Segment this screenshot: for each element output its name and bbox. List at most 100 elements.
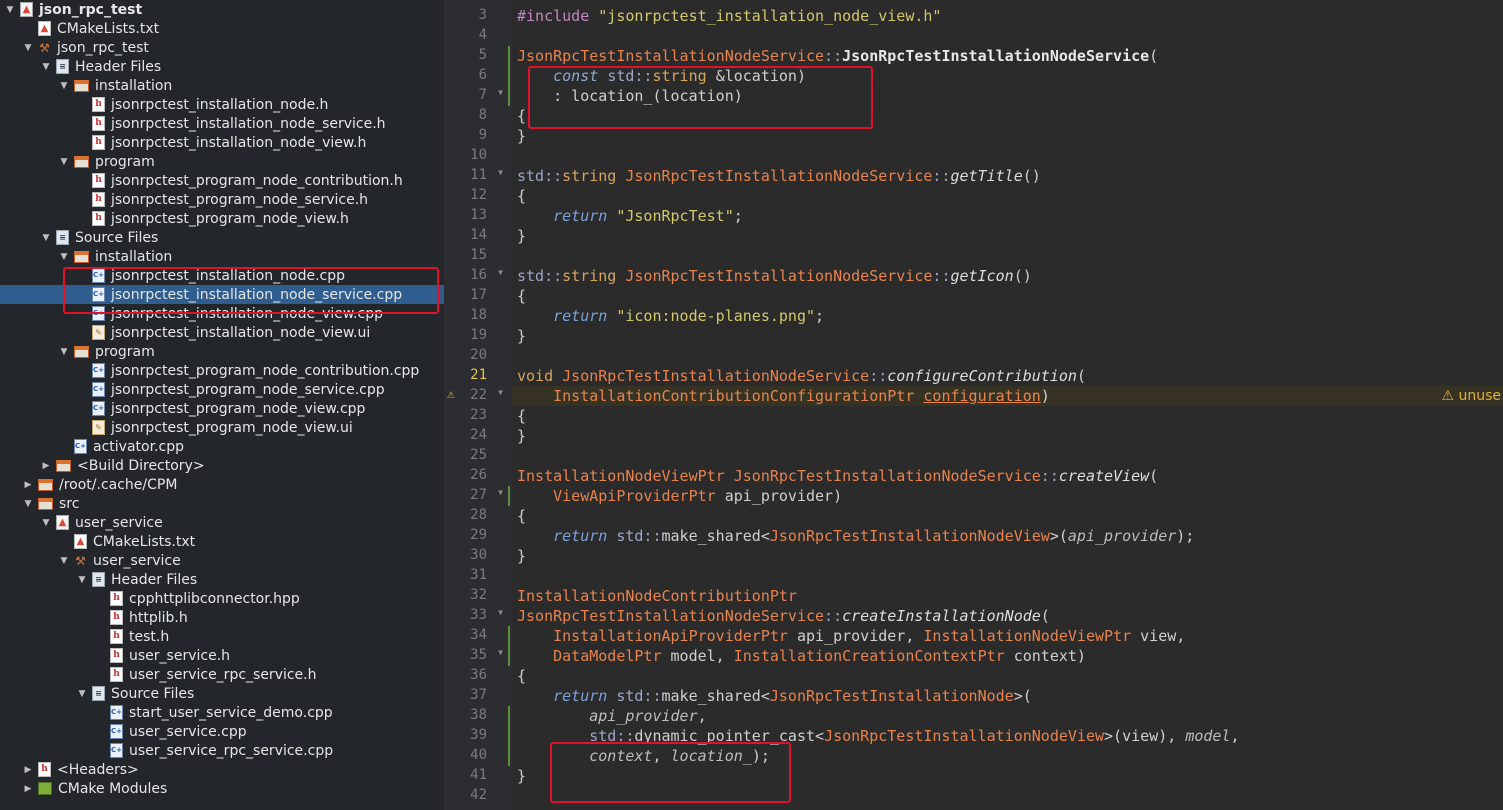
tree-item[interactable]: ▼ ≡ Source Files bbox=[0, 228, 444, 247]
fold-marker-icon[interactable]: ▼ bbox=[498, 88, 503, 97]
code-line[interactable]: JsonRpcTestInstallationNodeService::crea… bbox=[517, 606, 1050, 626]
code-line[interactable]: context, location_); bbox=[517, 746, 770, 766]
tree-item[interactable]: ▼ ⚒ user_service bbox=[0, 551, 444, 570]
code-line[interactable]: } bbox=[517, 126, 526, 146]
tree-item[interactable]: ▼ installation bbox=[0, 247, 444, 266]
code-line[interactable]: ViewApiProviderPtr api_provider) bbox=[517, 486, 842, 506]
tree-item[interactable]: ▼ ▲ user_service bbox=[0, 513, 444, 532]
code-line[interactable]: } bbox=[517, 226, 526, 246]
expand-arrow-icon[interactable]: ▼ bbox=[40, 62, 52, 72]
tree-item[interactable]: C+ jsonrpctest_program_node_contribution.… bbox=[0, 361, 444, 380]
code-line[interactable]: void JsonRpcTestInstallationNodeService:… bbox=[517, 366, 1086, 386]
code-line[interactable]: InstallationApiProviderPtr api_provider,… bbox=[517, 626, 1185, 646]
code-line[interactable]: { bbox=[517, 186, 526, 206]
tree-item[interactable]: ▶ CMake Modules bbox=[0, 779, 444, 798]
code-line[interactable]: } bbox=[517, 766, 526, 786]
tree-item[interactable]: C+ jsonrpctest_program_node_service.cpp bbox=[0, 380, 444, 399]
tree-item[interactable]: ▼ ▲ json_rpc_test bbox=[0, 0, 444, 19]
tree-item[interactable]: ▶ /root/.cache/CPM bbox=[0, 475, 444, 494]
code-line[interactable]: } bbox=[517, 326, 526, 346]
tree-item[interactable]: ▲ CMakeLists.txt bbox=[0, 19, 444, 38]
tree-item[interactable]: ▶ <Build Directory> bbox=[0, 456, 444, 475]
code-line[interactable]: api_provider, bbox=[517, 706, 706, 726]
tree-item[interactable]: h jsonrpctest_program_node_view.h bbox=[0, 209, 444, 228]
expand-arrow-icon[interactable]: ▼ bbox=[76, 689, 88, 699]
code-line[interactable]: : location_(location) bbox=[517, 86, 743, 106]
code-line[interactable]: return std::make_shared<JsonRpcTestInsta… bbox=[517, 526, 1194, 546]
expand-arrow-icon[interactable]: ▼ bbox=[58, 157, 70, 167]
collapse-arrow-icon[interactable]: ▶ bbox=[22, 480, 34, 490]
code-line[interactable]: const std::string &location) bbox=[517, 66, 806, 86]
tree-item[interactable]: h jsonrpctest_program_node_service.h bbox=[0, 190, 444, 209]
tree-item[interactable]: h user_service.h bbox=[0, 646, 444, 665]
collapse-arrow-icon[interactable]: ▶ bbox=[40, 461, 52, 471]
tree-item[interactable]: h jsonrpctest_installation_node.h bbox=[0, 95, 444, 114]
code-line[interactable]: #include "jsonrpctest_installation_node_… bbox=[517, 6, 941, 26]
code-line[interactable]: std::string JsonRpcTestInstallationNodeS… bbox=[517, 166, 1041, 186]
code-line[interactable]: DataModelPtr model, InstallationCreation… bbox=[517, 646, 1086, 666]
tree-item[interactable]: ✎ jsonrpctest_program_node_view.ui bbox=[0, 418, 444, 437]
tree-item[interactable]: h jsonrpctest_installation_node_service.h bbox=[0, 114, 444, 133]
warning-gutter-icon[interactable]: ⚠ bbox=[447, 387, 455, 402]
tree-item[interactable]: ▶ h <Headers> bbox=[0, 760, 444, 779]
tree-item[interactable]: ▼ ≡ Header Files bbox=[0, 57, 444, 76]
expand-arrow-icon[interactable]: ▼ bbox=[58, 347, 70, 357]
expand-arrow-icon[interactable]: ▼ bbox=[76, 575, 88, 585]
code-line[interactable]: return "icon:node-planes.png"; bbox=[517, 306, 824, 326]
tree-item[interactable]: ▼ ≡ Header Files bbox=[0, 570, 444, 589]
code-line[interactable]: { bbox=[517, 406, 526, 426]
tree-item[interactable]: ▼ src bbox=[0, 494, 444, 513]
tree-item[interactable]: h user_service_rpc_service.h bbox=[0, 665, 444, 684]
code-line[interactable]: { bbox=[517, 506, 526, 526]
project-tree[interactable]: ▼ ▲ json_rpc_test ▲ CMakeLists.txt ▼ ⚒ json_rpc… bbox=[0, 0, 444, 810]
expand-arrow-icon[interactable]: ▼ bbox=[4, 5, 16, 15]
expand-arrow-icon[interactable]: ▼ bbox=[40, 518, 52, 528]
tree-item[interactable]: h test.h bbox=[0, 627, 444, 646]
tree-item[interactable]: C+ user_service.cpp bbox=[0, 722, 444, 741]
warning-message[interactable]: ⚠ unuse bbox=[1441, 386, 1501, 406]
code-line[interactable]: { bbox=[517, 286, 526, 306]
tree-item[interactable]: h cpphttplibconnector.hpp bbox=[0, 589, 444, 608]
tree-item[interactable]: h jsonrpctest_program_node_contribution.h bbox=[0, 171, 444, 190]
code-line[interactable]: } bbox=[517, 546, 526, 566]
collapse-arrow-icon[interactable]: ▶ bbox=[22, 765, 34, 775]
tree-item[interactable]: C+ jsonrpctest_installation_node_service.… bbox=[0, 285, 444, 304]
tree-item[interactable]: ▲ CMakeLists.txt bbox=[0, 532, 444, 551]
tree-item[interactable]: C+ activator.cpp bbox=[0, 437, 444, 456]
tree-item[interactable]: h jsonrpctest_installation_node_view.h bbox=[0, 133, 444, 152]
expand-arrow-icon[interactable]: ▼ bbox=[22, 43, 34, 53]
tree-item[interactable]: C+ jsonrpctest_installation_node_view.cpp bbox=[0, 304, 444, 323]
tree-item[interactable]: C+ start_user_service_demo.cpp bbox=[0, 703, 444, 722]
tree-item[interactable]: ▼ program bbox=[0, 152, 444, 171]
code-line[interactable]: { bbox=[517, 106, 526, 126]
code-line[interactable]: return std::make_shared<JsonRpcTestInsta… bbox=[517, 686, 1032, 706]
tree-item[interactable]: ▼ ⚒ json_rpc_test bbox=[0, 38, 444, 57]
tree-item[interactable]: ▼ installation bbox=[0, 76, 444, 95]
tree-item[interactable]: ▼ ≡ Source Files bbox=[0, 684, 444, 703]
code-editor[interactable]: #include "jsonrpctest_installation_node_… bbox=[512, 0, 1503, 810]
fold-marker-icon[interactable]: ▼ bbox=[498, 268, 503, 277]
fold-marker-icon[interactable]: ▼ bbox=[498, 608, 503, 617]
tree-item[interactable]: C+ jsonrpctest_installation_node.cpp bbox=[0, 266, 444, 285]
expand-arrow-icon[interactable]: ▼ bbox=[58, 556, 70, 566]
tree-item[interactable]: ✎ jsonrpctest_installation_node_view.ui bbox=[0, 323, 444, 342]
fold-marker-icon[interactable]: ▼ bbox=[498, 488, 503, 497]
code-line[interactable]: JsonRpcTestInstallationNodeService::Json… bbox=[517, 46, 1158, 66]
tree-item[interactable]: C+ user_service_rpc_service.cpp bbox=[0, 741, 444, 760]
tree-item[interactable]: C+ jsonrpctest_program_node_view.cpp bbox=[0, 399, 444, 418]
code-line[interactable]: InstallationNodeViewPtr JsonRpcTestInsta… bbox=[517, 466, 1158, 486]
collapse-arrow-icon[interactable]: ▶ bbox=[22, 784, 34, 794]
code-line[interactable]: std::string JsonRpcTestInstallationNodeS… bbox=[517, 266, 1032, 286]
expand-arrow-icon[interactable]: ▼ bbox=[22, 499, 34, 509]
tree-item[interactable]: ▼ program bbox=[0, 342, 444, 361]
code-line[interactable]: } bbox=[517, 426, 526, 446]
fold-marker-icon[interactable]: ▼ bbox=[498, 648, 503, 657]
expand-arrow-icon[interactable]: ▼ bbox=[40, 233, 52, 243]
tree-item[interactable]: h httplib.h bbox=[0, 608, 444, 627]
fold-marker-icon[interactable]: ▼ bbox=[498, 168, 503, 177]
code-line[interactable]: InstallationNodeContributionPtr bbox=[517, 586, 797, 606]
code-line[interactable]: InstallationContributionConfigurationPtr… bbox=[517, 386, 1050, 406]
code-line[interactable]: { bbox=[517, 666, 526, 686]
code-line[interactable]: std::dynamic_pointer_cast<JsonRpcTestIns… bbox=[517, 726, 1239, 746]
expand-arrow-icon[interactable]: ▼ bbox=[58, 81, 70, 91]
